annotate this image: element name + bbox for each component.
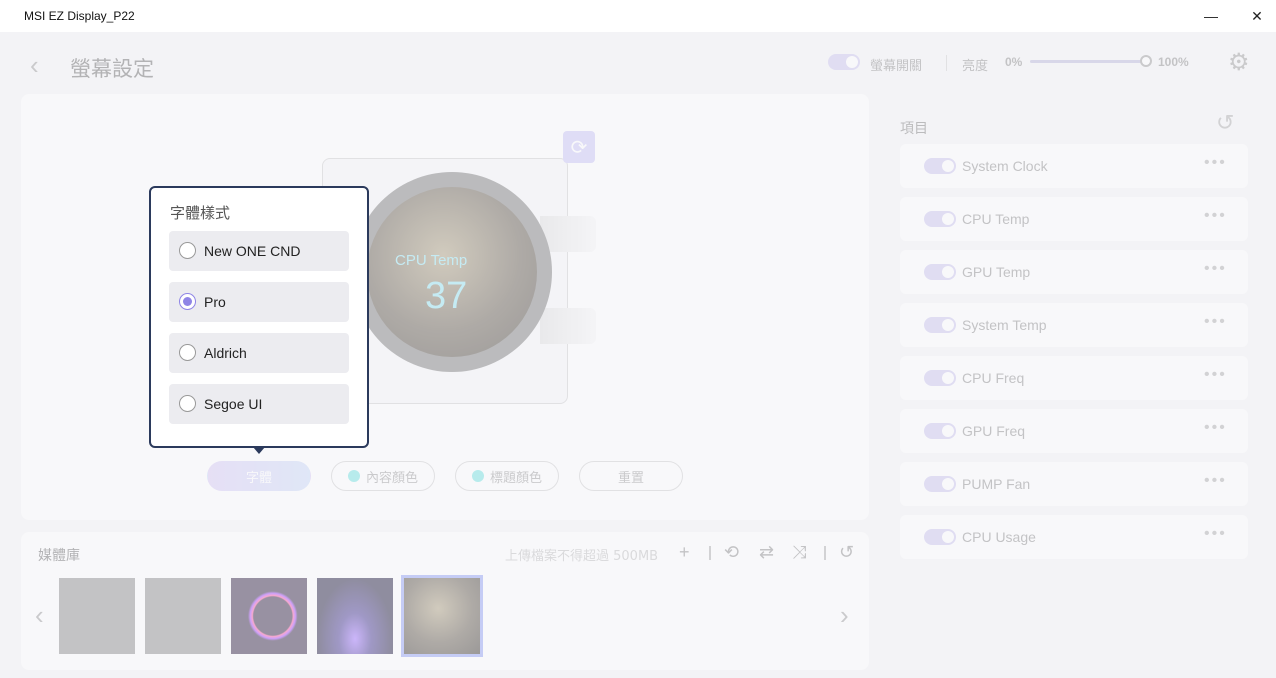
page-title: 螢幕設定 [70,57,154,81]
close-button[interactable]: ✕ [1234,0,1276,32]
item-toggle[interactable] [924,317,956,333]
media-thumbnail[interactable] [145,578,221,654]
title-color-button[interactable]: 標題顏色 [455,461,559,491]
item-toggle[interactable] [924,158,956,174]
item-row[interactable]: System Temp ••• [900,303,1248,347]
item-row[interactable]: GPU Freq ••• [900,409,1248,453]
media-thumbnail-selected[interactable] [401,575,483,657]
item-label: CPU Freq [962,370,1025,386]
item-label: GPU Freq [962,423,1026,439]
item-toggle[interactable] [924,476,956,492]
more-options-icon[interactable]: ••• [1204,419,1227,437]
font-button-label: 字體 [245,470,272,486]
settings-gear-icon[interactable]: ⚙ [1228,48,1250,77]
item-toggle[interactable] [924,370,956,386]
item-toggle[interactable] [924,529,956,545]
screen-switch-label: 螢幕開關 [870,59,923,74]
radio-button[interactable] [179,242,196,259]
more-options-icon[interactable]: ••• [1204,313,1227,331]
font-option-new-one-cnd[interactable]: New ONE CND [169,231,349,271]
brightness-max: 100% [1158,55,1189,69]
item-toggle[interactable] [924,264,956,280]
item-row[interactable]: PUMP Fan ••• [900,462,1248,506]
loop-icon[interactable]: ⟲ [724,542,739,563]
lcd-metric-label: CPU Temp [395,252,468,269]
font-option-label: Pro [204,294,226,310]
minimize-button[interactable]: — [1188,0,1234,32]
rotate-icon[interactable]: ⟳ [563,131,595,163]
content-color-button[interactable]: 內容顏色 [331,461,435,491]
item-label: CPU Usage [962,529,1036,545]
item-row[interactable]: CPU Freq ••• [900,356,1248,400]
radio-button[interactable] [179,344,196,361]
item-row[interactable]: GPU Temp ••• [900,250,1248,294]
more-options-icon[interactable]: ••• [1204,366,1227,384]
toolbar-divider [709,546,711,560]
font-option-label: Segoe UI [204,396,263,412]
more-options-icon[interactable]: ••• [1204,207,1227,225]
content-color-swatch [347,470,360,482]
reset-library-icon[interactable]: ↺ [839,542,854,563]
add-media-icon[interactable]: + [679,542,690,563]
more-options-icon[interactable]: ••• [1204,260,1227,278]
font-option-segoe-ui[interactable]: Segoe UI [169,384,349,424]
item-label: PUMP Fan [962,476,1031,492]
more-options-icon[interactable]: ••• [1204,525,1227,543]
back-button[interactable]: ‹ [30,50,39,81]
item-toggle[interactable] [924,211,956,227]
font-button[interactable]: 字體 [207,461,311,491]
font-option-label: New ONE CND [204,243,301,259]
item-row[interactable]: CPU Usage ••• [900,515,1248,559]
item-label: GPU Temp [962,264,1031,280]
brightness-slider-knob[interactable] [1140,55,1152,67]
font-option-pro[interactable]: Pro [169,282,349,322]
library-next-arrow-icon[interactable]: › [840,600,849,631]
reset-button[interactable]: 重置 [579,461,683,491]
shuffle-icon[interactable]: ⤨ [792,542,806,563]
more-options-icon[interactable]: ••• [1204,472,1227,490]
cooler-tube-bottom [540,308,596,344]
lcd-metric-value: 37 [425,275,468,317]
font-option-label: Aldrich [204,345,247,361]
brightness-min: 0% [1005,55,1023,69]
item-toggle[interactable] [924,423,956,439]
repeat-icon[interactable]: ⇄ [759,542,774,563]
library-prev-arrow-icon[interactable]: ‹ [35,600,44,631]
header-divider [946,55,947,71]
title-bar: MSI EZ Display_P22 — ✕ [0,0,1276,32]
item-row[interactable]: CPU Temp ••• [900,197,1248,241]
content-color-label: 內容顏色 [365,470,418,486]
window-title: MSI EZ Display_P22 [24,9,135,23]
title-color-label: 標題顏色 [489,470,542,486]
media-thumbnail[interactable] [59,578,135,654]
font-style-title: 字體樣式 [170,204,231,222]
radio-button-selected[interactable] [179,293,196,310]
items-reset-icon[interactable]: ↺ [1216,110,1234,136]
rotate-glyph: ⟳ [570,136,588,159]
item-label: System Temp [962,317,1047,333]
font-option-aldrich[interactable]: Aldrich [169,333,349,373]
screen-switch-toggle[interactable] [828,54,860,70]
upload-limit-hint: 上傳檔案不得超過 500MB [505,549,659,564]
popup-pointer [253,447,265,454]
media-thumbnail[interactable] [317,578,393,654]
media-library-title: 媒體庫 [38,548,80,564]
title-color-swatch [471,470,484,482]
item-label: System Clock [962,158,1048,174]
toolbar-divider [824,546,826,560]
item-label: CPU Temp [962,211,1030,227]
media-thumbnail[interactable] [231,578,307,654]
font-style-popup: 字體樣式 New ONE CND Pro Aldrich Segoe UI [149,186,369,448]
lcd-screen [367,187,537,357]
brightness-slider-track[interactable] [1030,60,1146,63]
reset-button-label: 重置 [617,470,644,486]
item-row[interactable]: System Clock ••• [900,144,1248,188]
items-panel-title: 項目 [900,121,928,137]
radio-button[interactable] [179,395,196,412]
more-options-icon[interactable]: ••• [1204,154,1227,172]
brightness-label: 亮度 [962,59,989,74]
